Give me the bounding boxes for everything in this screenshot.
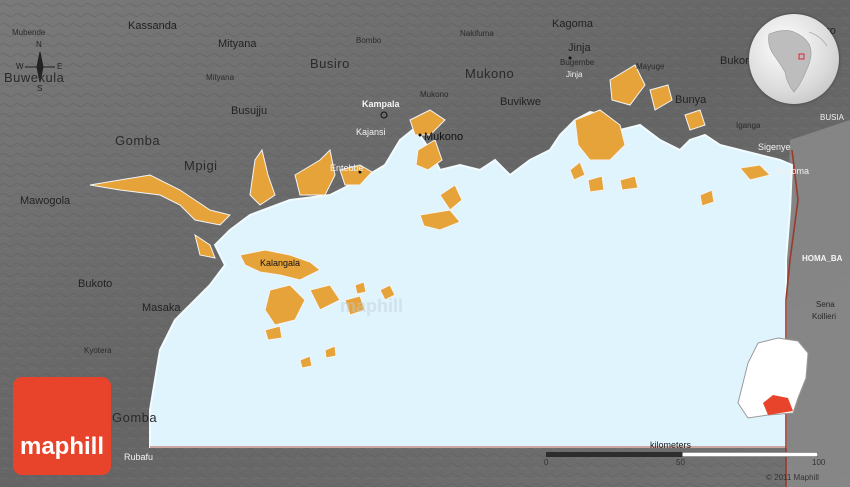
label-mukono: Mukono: [465, 66, 515, 81]
label-kyotera: Kyotera: [84, 346, 112, 355]
label-kalangala: Kalangala: [260, 258, 301, 268]
label-sigenye: Sigenye: [758, 142, 791, 152]
label-gomba-south: Gomba: [112, 410, 158, 425]
globe-icon: [768, 30, 828, 93]
label-bukoma: Bukoma: [776, 166, 810, 176]
label-homa-bay: HOMA_BA: [802, 254, 843, 263]
label-kollieri: Kollieri: [812, 312, 837, 321]
label-busujju: Busujju: [231, 105, 268, 117]
globe-locator: [749, 14, 839, 104]
label-entebbe: Entebbe: [330, 163, 364, 173]
label-buvikwe: Buvikwe: [500, 96, 541, 108]
label-mubende: Mubende: [12, 28, 46, 37]
scale-tick-100: 100: [812, 458, 826, 467]
label-bukoto-ne: Bukor: [720, 55, 749, 67]
uganda-locator-inset: [737, 337, 809, 419]
label-mityana: Mityana: [218, 38, 257, 50]
label-mawogola: Mawogola: [20, 195, 71, 207]
scale-bar: [546, 452, 818, 457]
label-kajansi: Kajansi: [356, 127, 386, 137]
label-kampala: Kampala: [362, 99, 400, 109]
label-mityana-small: Mityana: [206, 73, 235, 82]
label-kagoma: Kagoma: [552, 18, 593, 30]
label-jinja-small: Jinja: [566, 70, 583, 79]
logo-text: maphill: [19, 433, 104, 460]
label-compass-e: E: [57, 62, 63, 71]
label-bunya: Bunya: [675, 94, 707, 106]
label-mpigi: Mpigi: [184, 158, 218, 173]
label-compass-s: S: [37, 84, 43, 93]
watermark: maphill: [340, 296, 404, 316]
label-rubafu: Rubafu: [124, 452, 154, 462]
label-mukono-city: Mukono: [424, 131, 464, 143]
label-bombo: Bombo: [356, 36, 382, 45]
label-compass-w: W: [16, 62, 24, 71]
label-bukoto: Bukoto: [78, 278, 113, 290]
maphill-logo[interactable]: maphill: [13, 377, 111, 475]
label-iganga: Iganga: [736, 121, 761, 130]
label-busia: BUSIA: [820, 113, 845, 122]
label-buwekula: Buwekula: [4, 70, 65, 85]
label-bugembe: Bugembe: [560, 58, 595, 67]
label-compass-n: N: [36, 40, 42, 49]
label-jinja: Jinja: [568, 42, 591, 54]
label-masaka: Masaka: [142, 302, 181, 314]
scale-title: kilometers: [650, 440, 692, 450]
label-kassanda: Kassanda: [128, 20, 177, 32]
label-sena: Sena: [816, 300, 835, 309]
label-mayuge: Mayuge: [636, 62, 665, 71]
label-gomba: Gomba: [115, 133, 161, 148]
scale-tick-50: 50: [676, 458, 685, 467]
label-mukono-small: Mukono: [420, 90, 449, 99]
label-nakifuma: Nakifuma: [460, 29, 494, 38]
scale-tick-0: 0: [544, 458, 549, 467]
label-busiro: Busiro: [310, 56, 350, 71]
copyright: © 2011 Maphill: [766, 473, 819, 482]
